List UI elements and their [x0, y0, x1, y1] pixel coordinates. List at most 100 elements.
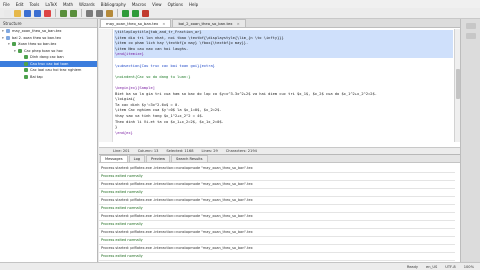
messages-tab[interactable]: Messages: [100, 155, 128, 162]
code-line[interactable]: \noindent{Cac so do dang tu luan:}: [115, 75, 190, 81]
messages-tabs: Messages Log Preview Search Results: [99, 155, 460, 163]
menu-edit[interactable]: Edit: [16, 2, 24, 7]
toolbar-separator: [117, 9, 118, 17]
char-count: Characters: 2194: [225, 149, 257, 153]
messages-tab[interactable]: Preview: [146, 155, 171, 162]
message-line: Process started: pdflatex.exe -interacti…: [101, 182, 253, 186]
structure-item-label: Cau truc cac bai toan: [30, 61, 69, 66]
menu-macros[interactable]: Macros: [132, 2, 146, 7]
save-icon[interactable]: [24, 9, 31, 17]
code-line[interactable]: Biet ba so la gia tri cua ham so bac do …: [115, 92, 377, 98]
structure-item-label: bai 2. xoan theo so ban.tex: [12, 35, 62, 40]
right-side-panel: [460, 19, 480, 270]
section-icon: [6, 29, 10, 34]
build-run-icon[interactable]: [122, 9, 129, 17]
cursor-column: Column: 13: [137, 149, 159, 153]
paste-icon[interactable]: [106, 9, 113, 17]
menu-latex[interactable]: LaTeX: [45, 2, 57, 7]
line-count: Lines: 29: [201, 149, 218, 153]
compile-icon[interactable]: [132, 9, 139, 17]
code-line[interactable]: \end{itemize}: [115, 52, 144, 58]
texmaker-window: File Edit Tools LaTeX Math Wizards Bibliograph…: [0, 0, 480, 270]
close-tab-icon[interactable]: ×: [162, 21, 165, 26]
structure-item[interactable]: Bai tap: [0, 74, 97, 81]
menu-tools[interactable]: Tools: [29, 2, 39, 7]
line-number-gutter: [99, 29, 113, 142]
structure-item-label: Xoan theo so ban.tex: [18, 42, 57, 47]
section-icon: [24, 74, 28, 79]
section-icon: [24, 68, 28, 73]
message-separator: [99, 188, 455, 189]
editor-area: may_xoan_theo_so_ban.tex × bai_2_xoan_theo…: [99, 19, 460, 154]
code-line[interactable]: \end{ex}: [115, 131, 133, 137]
structure-item-label: Cac loai cau hoi trac nghiem: [30, 68, 82, 73]
message-line: Process exited normally: [101, 222, 143, 226]
language-status[interactable]: en_US: [426, 265, 437, 269]
section-icon: [24, 55, 28, 60]
message-separator: [99, 220, 455, 221]
section-icon: [6, 35, 10, 40]
message-separator: [99, 172, 455, 173]
menu-help[interactable]: Help: [189, 2, 198, 7]
menu-bar: File Edit Tools LaTeX Math Wizards Bibliograph…: [0, 0, 480, 8]
code-line[interactable]: \subsection{Cau truc cac bai toan goi}{e…: [115, 64, 215, 70]
structure-item-label: may_xoan_theo_so_ban.tex: [12, 29, 62, 34]
message-line: Process exited normally: [101, 254, 143, 258]
new-file-icon[interactable]: [4, 9, 11, 17]
editor-tab[interactable]: may_xoan_theo_so_ban.tex ×: [100, 19, 172, 27]
message-line: Process started: pdflatex.exe -interacti…: [101, 246, 253, 250]
toolbar-separator: [55, 9, 56, 17]
menu-view[interactable]: View: [152, 2, 162, 7]
status-bar: Ready en_US UTF-8 100%: [0, 262, 480, 270]
editor-tabs: may_xoan_theo_so_ban.tex × bai_2_xoan_theo…: [99, 19, 460, 28]
message-line: Process started: pdflatex.exe -interacti…: [101, 198, 253, 202]
messages-panel: Messages Log Preview Search Results Process…: [99, 154, 460, 262]
side-toggle-button[interactable]: [465, 33, 476, 39]
cursor-line: Line: 201: [113, 149, 130, 153]
zoom-status[interactable]: 100%: [464, 265, 474, 269]
menu-wizards[interactable]: Wizards: [79, 2, 95, 7]
message-line: Process exited normally: [101, 174, 143, 178]
editor-tab[interactable]: bai_2_xoan_theo_so_ban.tex ×: [172, 19, 246, 27]
toolbar-separator: [81, 9, 82, 17]
menu-options[interactable]: Options: [168, 2, 183, 7]
message-separator: [99, 260, 455, 261]
messages-tab[interactable]: Log: [128, 155, 146, 162]
close-tab-icon[interactable]: ×: [237, 21, 240, 26]
view-pdf-icon[interactable]: [142, 9, 149, 17]
section-icon: [12, 42, 16, 47]
message-line: Process exited normally: [101, 238, 143, 242]
editor-tab-label: bai_2_xoan_theo_so_ban.tex: [178, 21, 233, 26]
structure-item-label: Bai tap: [30, 74, 43, 79]
structure-panel-title: Structure: [0, 19, 97, 28]
section-icon: [18, 48, 22, 53]
side-toggle-button[interactable]: [465, 23, 476, 29]
mode-status: Ready: [406, 264, 419, 269]
message-line: Process exited normally: [101, 190, 143, 194]
message-separator: [99, 252, 455, 253]
messages-tab[interactable]: Search Results: [171, 155, 208, 162]
menu-file[interactable]: File: [3, 2, 10, 7]
selection-count: Selected: 1168: [166, 149, 194, 153]
editor-tab-label: may_xoan_theo_so_ban.tex: [106, 21, 159, 26]
save-all-icon[interactable]: [34, 9, 41, 17]
message-line: Process started: pdflatex.exe -interacti…: [101, 214, 253, 218]
close-icon[interactable]: [44, 9, 51, 17]
main-toolbar: [0, 8, 480, 19]
structure-item-label: Dinh dang cac ban: [30, 55, 64, 60]
message-separator: [99, 236, 455, 237]
menu-math[interactable]: Math: [63, 2, 73, 7]
open-file-icon[interactable]: [14, 9, 21, 17]
message-line: Process exited normally: [101, 206, 143, 210]
code-editor[interactable]: \titleplaytitle{tab_and_tr_Fraction_ar} …: [99, 29, 453, 142]
redo-icon[interactable]: [70, 9, 77, 17]
undo-icon[interactable]: [60, 9, 67, 17]
cut-icon[interactable]: [86, 9, 93, 17]
message-line: Process started: pdflatex.exe -interacti…: [101, 230, 253, 234]
code-line[interactable]: Theo dinh li Vi-et ta co $x_1+x_2=2$, $x…: [115, 120, 224, 126]
message-separator: [99, 204, 455, 205]
copy-icon[interactable]: [96, 9, 103, 17]
menu-bibliography[interactable]: Bibliography: [101, 2, 126, 7]
structure-item-label: Cac phep toan so hoc: [24, 48, 63, 53]
encoding-status[interactable]: UTF-8: [445, 265, 455, 269]
